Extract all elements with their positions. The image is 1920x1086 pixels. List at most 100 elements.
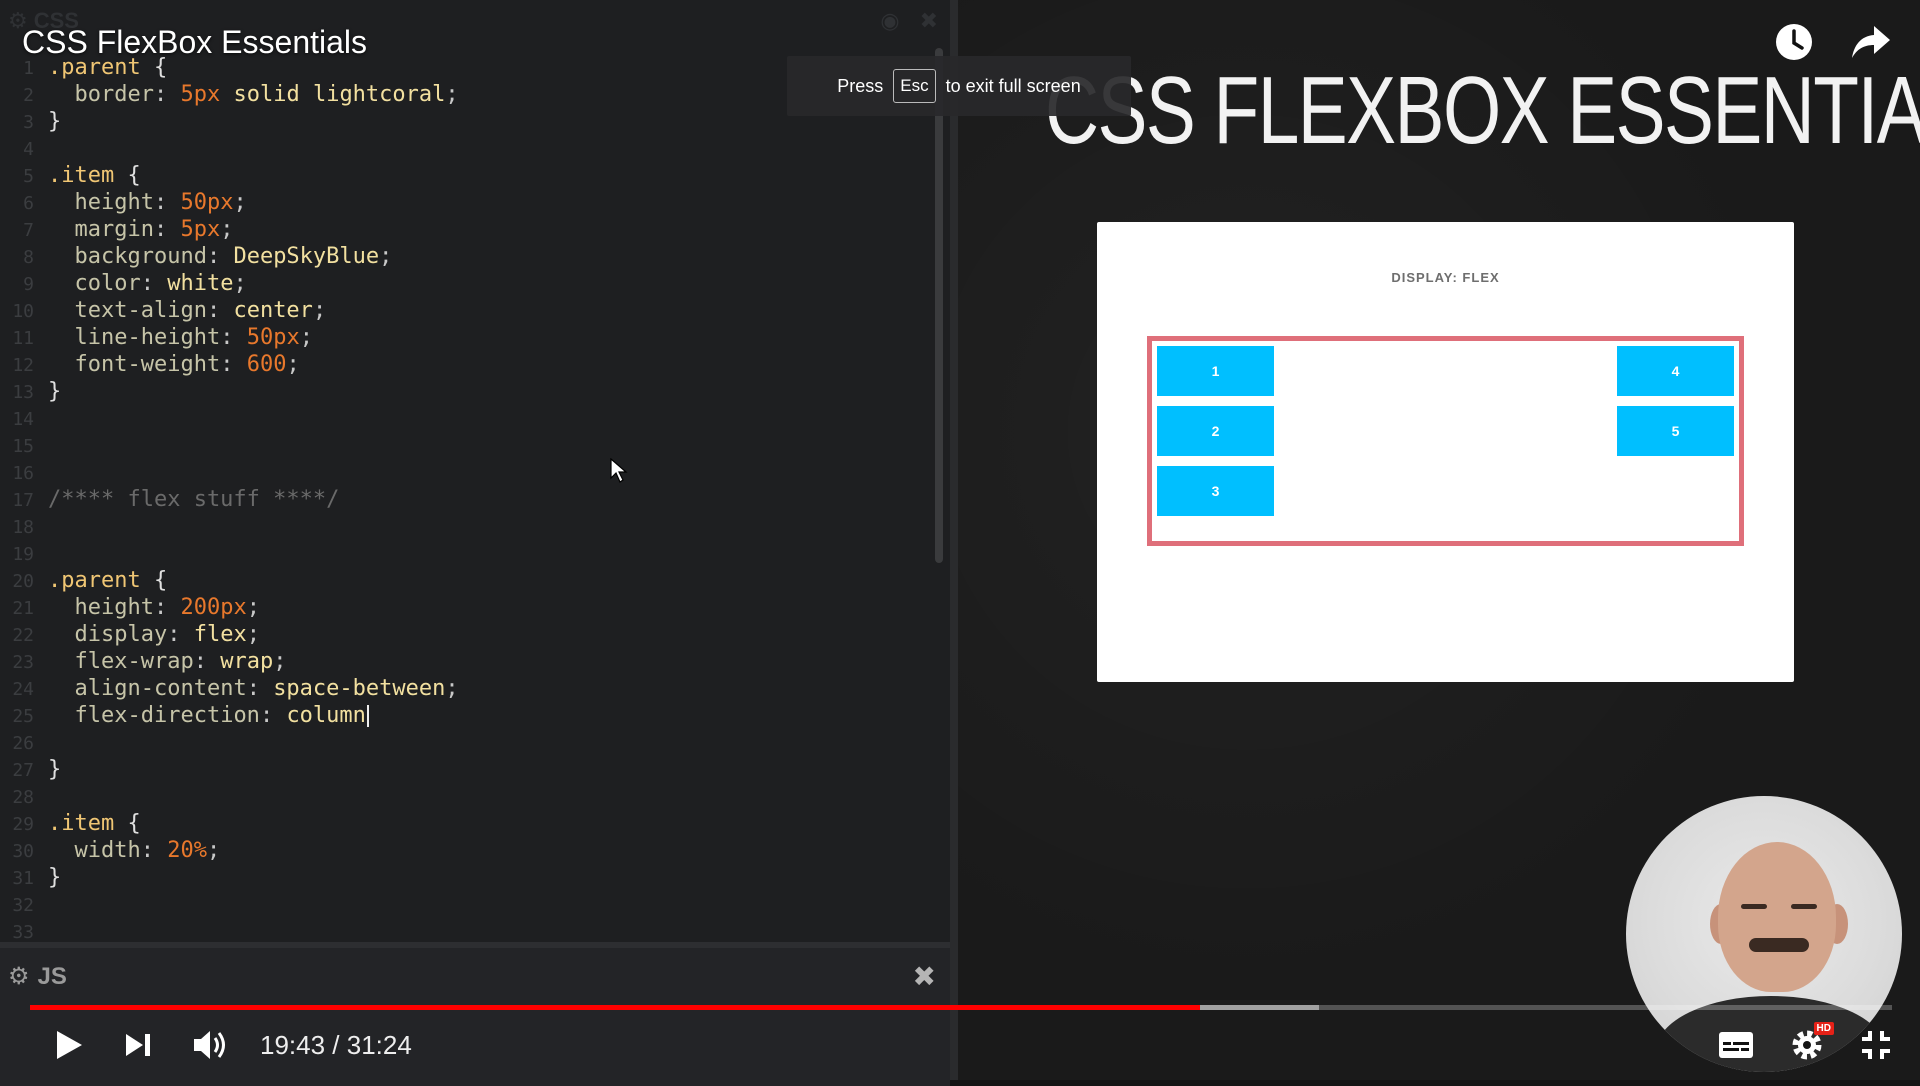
code-line[interactable]: 8 background: DeepSkyBlue;	[0, 243, 935, 270]
code-token: :	[206, 298, 234, 323]
volume-icon[interactable]	[192, 1028, 230, 1062]
code-token: 600	[246, 352, 287, 377]
code-token: :	[153, 82, 181, 107]
line-number: 26	[12, 733, 34, 754]
code-line[interactable]: 20 .parent {	[0, 567, 935, 594]
video-title[interactable]: CSS FlexBox Essentials	[22, 24, 367, 61]
next-icon[interactable]	[124, 1032, 152, 1058]
code-token: .parent	[48, 568, 141, 593]
preview-eye-icon[interactable]: ◉	[880, 8, 899, 34]
controls-left: 19:43 / 31:24	[54, 1028, 412, 1062]
code-token: ;	[233, 190, 247, 215]
code-token: :	[246, 676, 274, 701]
code-text-area[interactable]: 1 .parent {2 border: 5px solid lightcoral…	[0, 54, 935, 945]
mouse-cursor-icon	[610, 457, 628, 489]
share-arrow-icon[interactable]	[1850, 22, 1892, 67]
code-token: DeepSkyBlue	[233, 244, 380, 269]
code-line[interactable]: 4	[0, 135, 935, 162]
line-number: 6	[23, 193, 34, 214]
code-token: .item	[48, 163, 115, 188]
code-line[interactable]: 22 display: flex;	[0, 621, 935, 648]
code-line[interactable]: 16	[0, 459, 935, 486]
code-token: background	[74, 244, 207, 269]
code-line[interactable]: 15	[0, 432, 935, 459]
code-line[interactable]: 33	[0, 918, 935, 945]
code-line[interactable]: 26	[0, 729, 935, 756]
flex-item: 4	[1617, 346, 1734, 396]
code-line[interactable]: 19	[0, 540, 935, 567]
code-token: :	[220, 325, 247, 350]
code-line[interactable]: 13}	[0, 378, 935, 405]
code-token: 50px	[180, 190, 234, 215]
code-line[interactable]: 25 flex-direction: column	[0, 702, 935, 729]
code-token: {	[140, 568, 168, 593]
line-number: 16	[12, 463, 34, 484]
code-line[interactable]: 6 height: 50px;	[0, 189, 935, 216]
code-line[interactable]: 32	[0, 891, 935, 918]
code-line[interactable]: 31}	[0, 864, 935, 891]
gear-icon[interactable]: HD	[1790, 1022, 1834, 1062]
code-token: height	[74, 595, 154, 620]
code-token: solid lightcoral	[220, 82, 446, 107]
code-token: }	[48, 757, 62, 782]
line-number: 32	[12, 895, 34, 916]
line-number: 14	[12, 409, 34, 430]
line-number: 3	[23, 112, 34, 133]
play-icon[interactable]	[54, 1029, 84, 1061]
code-token: :	[153, 595, 181, 620]
code-line[interactable]: 17 /**** flex stuff ****/	[0, 486, 935, 513]
toast-suffix: to exit full screen	[945, 75, 1081, 96]
editor-scrollbar[interactable]	[935, 48, 943, 563]
js-panel-header: ⚙ JS	[8, 962, 67, 991]
progress-bar[interactable]	[30, 1005, 1892, 1010]
code-token: ;	[299, 325, 313, 350]
js-panel-close-icon[interactable]: ✖	[913, 960, 936, 993]
subtitles-icon[interactable]	[1718, 1031, 1754, 1059]
js-panel-label: JS	[37, 962, 67, 990]
panel-divider[interactable]	[950, 0, 958, 1080]
code-line[interactable]: 9 color: white;	[0, 270, 935, 297]
code-line[interactable]: 23 flex-wrap: wrap;	[0, 648, 935, 675]
code-token: :	[193, 649, 221, 674]
code-line[interactable]: 14	[0, 405, 935, 432]
code-token: column	[286, 703, 366, 728]
code-token: {	[114, 163, 141, 188]
code-token: :	[220, 352, 247, 377]
code-token: ;	[246, 622, 260, 647]
code-line[interactable]: 27}	[0, 756, 935, 783]
code-line[interactable]: 5 .item {	[0, 162, 935, 189]
clock-icon[interactable]	[1774, 22, 1814, 67]
css-panel-close-icon[interactable]: ✖	[920, 8, 938, 34]
flex-item: 2	[1157, 406, 1274, 456]
code-line[interactable]: 7 margin: 5px;	[0, 216, 935, 243]
flex-item: 3	[1157, 466, 1274, 516]
line-number: 4	[23, 139, 34, 160]
exit-fullscreen-toast: Press Esc to exit full screen	[787, 56, 1131, 116]
code-token: 20%	[167, 838, 207, 863]
flex-item: 5	[1617, 406, 1734, 456]
code-token: ;	[286, 352, 300, 377]
code-token: ;	[273, 649, 287, 674]
code-line[interactable]: 30 width: 20%;	[0, 837, 935, 864]
line-number: 17	[12, 490, 34, 511]
exit-fullscreen-icon[interactable]	[1860, 1029, 1892, 1061]
js-panel[interactable]: ⚙ JS ✖	[0, 942, 950, 1086]
line-number: 21	[12, 598, 34, 619]
css-editor-panel[interactable]: ⚙ CSS ◉ ✖ 1 .parent {2 border: 5px solid …	[0, 0, 950, 1080]
code-line[interactable]: 12 font-weight: 600;	[0, 351, 935, 378]
code-token: space-between	[273, 676, 446, 701]
code-line[interactable]: 21 height: 200px;	[0, 594, 935, 621]
code-line[interactable]: 29 .item {	[0, 810, 935, 837]
line-number: 11	[12, 328, 34, 349]
code-line[interactable]: 18	[0, 513, 935, 540]
code-line[interactable]: 28	[0, 783, 935, 810]
code-line[interactable]: 10 text-align: center;	[0, 297, 935, 324]
js-panel-gear-icon[interactable]: ⚙	[8, 962, 30, 991]
code-line[interactable]: 24 align-content: space-between;	[0, 675, 935, 702]
code-line[interactable]: 11 line-height: 50px;	[0, 324, 935, 351]
